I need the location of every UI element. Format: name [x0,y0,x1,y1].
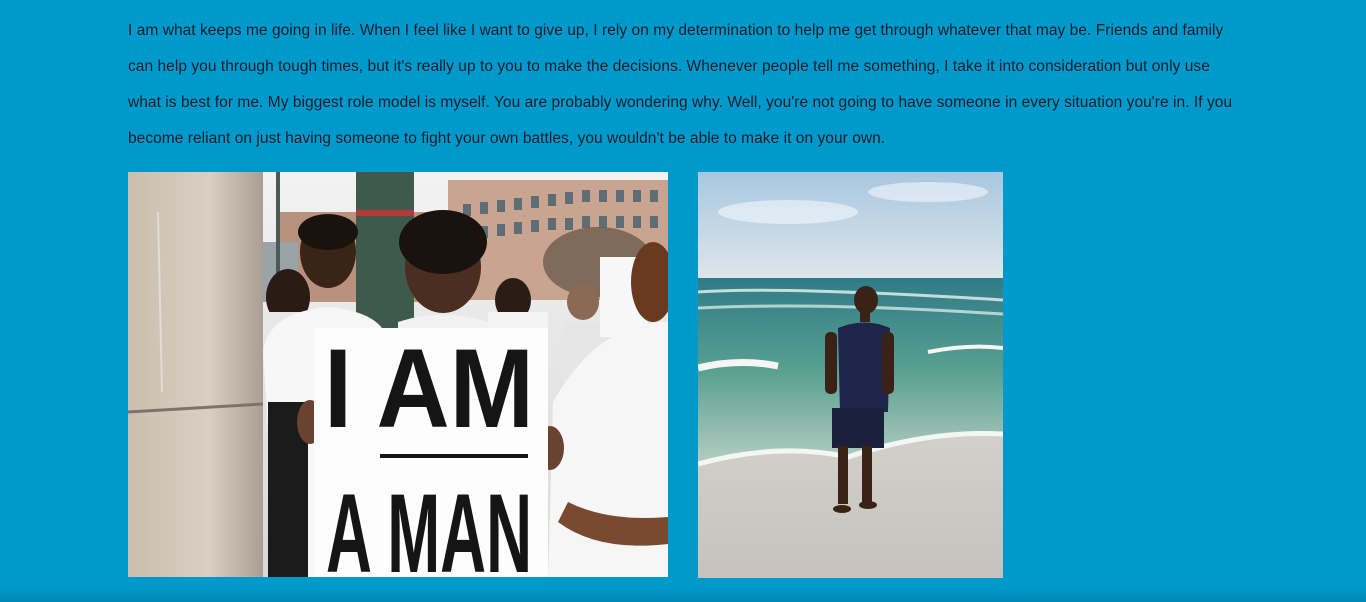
sign-text-line-2: A MAN [326,471,532,577]
page-bottom-shadow [0,588,1366,602]
sign-text-line-1: I AM [324,326,534,451]
article-content: I am what keeps me going in life. When I… [128,0,1238,578]
photo-gallery: I AM A MAN [128,172,1238,578]
article-paragraph: I am what keeps me going in life. When I… [128,22,1233,147]
photo-protest-sign: I AM A MAN [128,172,668,577]
photo-beach [698,172,1003,578]
